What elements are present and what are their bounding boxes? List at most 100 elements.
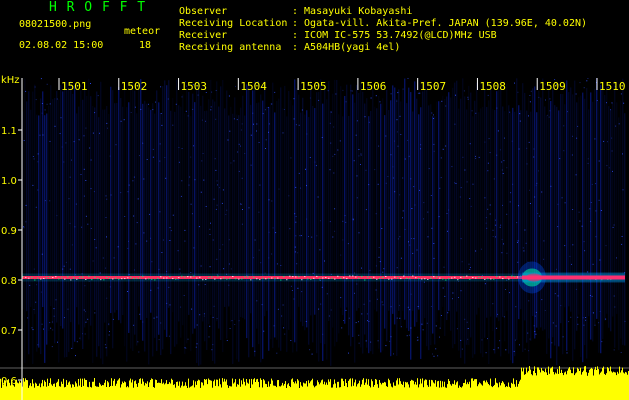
level-bar <box>448 379 449 400</box>
carrier-speckle <box>64 278 66 280</box>
noise-dot <box>345 101 347 103</box>
carrier-speckle <box>106 277 108 278</box>
x-tick-label: 1501 <box>61 80 88 93</box>
level-bar <box>289 386 290 400</box>
noise-dot <box>487 338 488 340</box>
noise-dot <box>210 109 212 111</box>
noise-dot <box>350 90 352 92</box>
level-bar <box>322 379 323 400</box>
noise-dot <box>387 176 389 177</box>
level-bar <box>544 372 545 400</box>
level-bar <box>354 382 355 400</box>
level-bar <box>188 378 189 400</box>
level-bar <box>279 386 280 400</box>
level-bar <box>70 384 71 400</box>
noise-dot <box>375 213 377 215</box>
noise-dot <box>517 240 519 242</box>
level-bar <box>226 379 227 400</box>
level-bar <box>46 386 47 400</box>
noise-dot <box>399 317 401 319</box>
noise-dot <box>484 141 486 143</box>
noise-dot <box>228 284 230 286</box>
carrier-speckle <box>244 276 246 278</box>
noise-dot <box>577 125 579 127</box>
noise-dot <box>49 322 51 324</box>
noise-dot <box>519 344 520 346</box>
level-bar <box>331 387 332 400</box>
level-bar <box>261 379 262 400</box>
noise-streak <box>24 78 26 363</box>
noise-streak <box>62 91 64 329</box>
level-bar <box>339 387 340 400</box>
noise-dot <box>139 155 140 157</box>
noise-dot <box>258 249 260 251</box>
noise-dot <box>158 339 160 341</box>
noise-dot <box>506 167 508 169</box>
carrier-speckle <box>280 279 282 281</box>
noise-dot <box>290 285 292 287</box>
level-bar <box>506 386 507 400</box>
level-bar <box>175 387 176 400</box>
level-bar <box>412 380 413 400</box>
carrier-speckle <box>178 277 180 279</box>
level-bar <box>546 372 547 400</box>
carrier-speckle <box>322 277 324 279</box>
noise-dot <box>301 291 303 293</box>
noise-dot <box>87 318 89 320</box>
noise-dot <box>433 150 435 152</box>
noise-dot <box>59 133 61 134</box>
noise-dot <box>622 189 624 191</box>
level-bar <box>419 384 420 400</box>
noise-dot <box>535 333 537 335</box>
noise-dot <box>273 325 275 327</box>
level-bar <box>509 386 510 400</box>
noise-dot <box>164 157 166 158</box>
noise-dot <box>233 118 235 120</box>
level-bar <box>569 367 570 400</box>
carrier-speckle <box>466 275 468 277</box>
noise-dot <box>328 315 330 317</box>
level-bar <box>477 386 478 400</box>
level-bar <box>301 385 302 400</box>
noise-streak <box>194 102 196 329</box>
noise-dot <box>128 240 129 242</box>
noise-dot <box>335 93 337 95</box>
carrier-speckle <box>163 277 165 279</box>
carrier-speckle <box>223 277 225 279</box>
noise-streak <box>426 88 428 347</box>
noise-dot <box>575 174 577 176</box>
level-bar <box>258 381 259 400</box>
noise-dot <box>181 180 183 182</box>
carrier-speckle <box>202 279 204 281</box>
level-bar <box>50 378 51 400</box>
level-bar <box>179 381 180 400</box>
noise-streak <box>624 113 626 346</box>
noise-dot <box>504 137 505 139</box>
noise-dot <box>332 236 334 238</box>
noise-dot <box>407 78 409 79</box>
level-bar <box>505 387 506 400</box>
noise-dot <box>290 340 292 341</box>
noise-dot <box>236 119 238 121</box>
level-bar <box>498 387 499 400</box>
noise-dot <box>409 244 411 246</box>
level-bar <box>411 379 412 400</box>
noise-streak <box>334 79 336 347</box>
noise-dot <box>587 158 589 160</box>
level-bar <box>245 385 246 400</box>
noise-dot <box>71 159 72 161</box>
level-bar <box>542 370 543 400</box>
noise-dot <box>587 78 589 79</box>
noise-dot <box>385 135 387 137</box>
level-bar <box>493 386 494 400</box>
level-bar <box>95 385 96 400</box>
carrier-speckle <box>139 277 141 279</box>
level-bar <box>206 379 207 400</box>
level-bar <box>554 374 555 400</box>
level-bar <box>243 378 244 400</box>
noise-streak <box>396 99 398 356</box>
noise-dot <box>260 262 262 264</box>
noise-dot <box>89 147 91 149</box>
level-bar <box>193 380 194 400</box>
noise-dot <box>344 215 346 217</box>
